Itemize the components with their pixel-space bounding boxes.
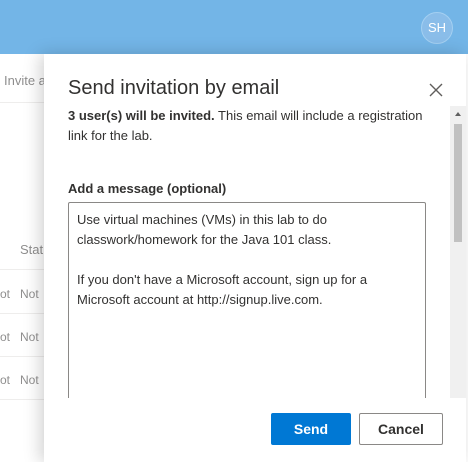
invite-summary: 3 user(s) will be invited. This email wi… <box>68 106 428 146</box>
dialog-content: 3 user(s) will be invited. This email wi… <box>44 106 466 446</box>
scrollbar-thumb[interactable] <box>454 124 462 242</box>
message-paragraph: If you don't have a Microsoft account, s… <box>77 272 368 307</box>
scrollbar[interactable] <box>450 106 466 446</box>
close-button[interactable] <box>426 80 446 100</box>
close-icon <box>429 83 443 97</box>
message-label: Add a message (optional) <box>68 181 227 196</box>
message-paragraph: Use virtual machines (VMs) in this lab t… <box>77 212 332 247</box>
dialog-title: Send invitation by email <box>68 77 280 99</box>
invite-dialog: Send invitation by email 3 user(s) will … <box>44 54 466 462</box>
cancel-button[interactable]: Cancel <box>359 413 443 445</box>
send-button[interactable]: Send <box>271 413 351 445</box>
dialog-footer: Send Cancel <box>44 398 466 462</box>
caret-up-icon <box>455 112 461 116</box>
invite-count-text: 3 user(s) will be invited. <box>68 108 215 123</box>
scroll-up-button[interactable] <box>450 106 466 122</box>
